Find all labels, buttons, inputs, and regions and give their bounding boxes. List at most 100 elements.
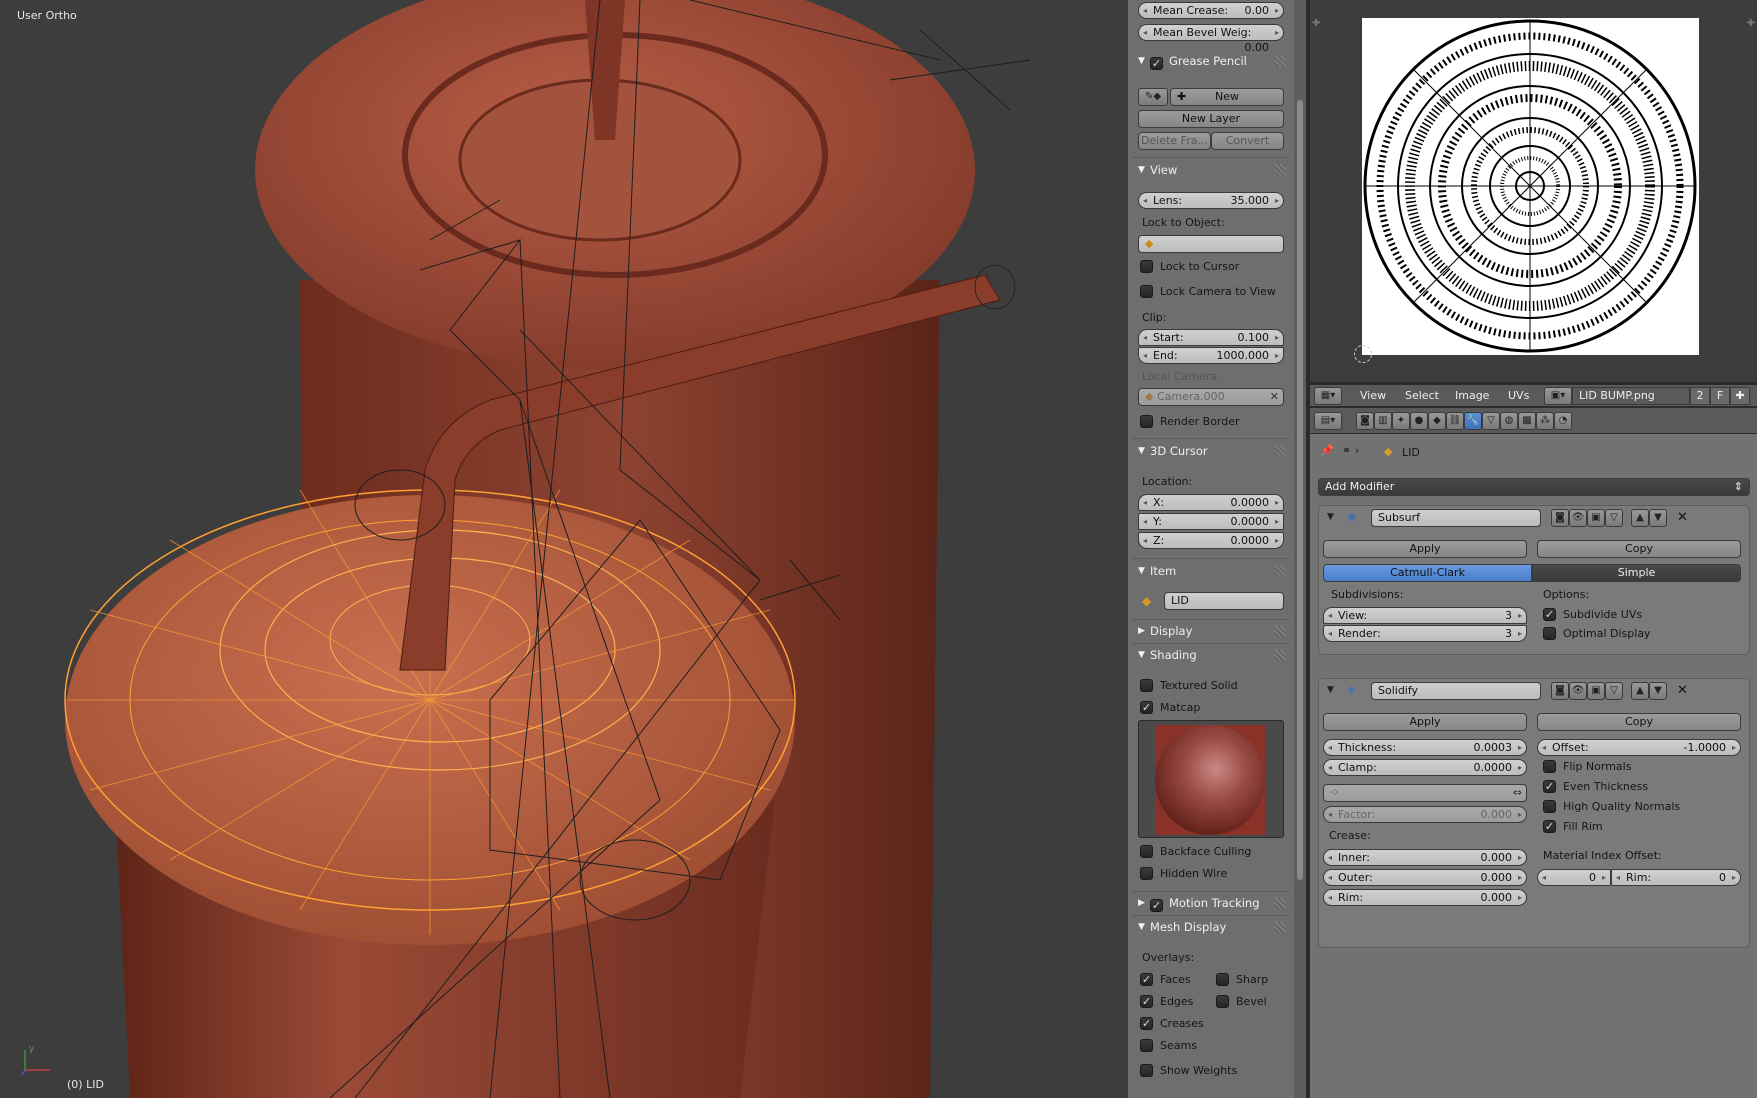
drag-grip-icon[interactable]: [1274, 625, 1286, 637]
fake-user-button[interactable]: F: [1710, 387, 1730, 405]
image-browse-icon[interactable]: ▣▾: [1544, 387, 1572, 405]
even-thickness-checkbox[interactable]: ✓: [1543, 780, 1556, 793]
material-offset-field[interactable]: ◂ 0 ▸: [1537, 869, 1611, 886]
grease-pencil-panel-header[interactable]: ▼ ✓ Grease Pencil: [1132, 51, 1290, 71]
object-tab-icon[interactable]: ◆: [1428, 412, 1446, 430]
creases-checkbox[interactable]: ✓: [1140, 1017, 1153, 1030]
render-layers-tab-icon[interactable]: ▥: [1374, 412, 1392, 430]
view-panel-header[interactable]: ▼ View: [1132, 160, 1290, 180]
backface-culling-checkbox[interactable]: [1140, 845, 1153, 858]
render-toggle-icon[interactable]: ◙: [1551, 682, 1569, 700]
scene-tab-icon[interactable]: ✦: [1392, 412, 1410, 430]
local-camera-field[interactable]: ◆ Camera.000 ✕: [1138, 388, 1284, 406]
drag-grip-icon[interactable]: [1274, 55, 1286, 67]
viewport-visibility-eye-icon[interactable]: 👁: [1569, 509, 1587, 527]
add-modifier-dropdown[interactable]: Add Modifier ⇕: [1318, 478, 1750, 496]
new-layer-button[interactable]: New Layer: [1138, 110, 1284, 128]
offset-field[interactable]: ◂ Offset: -1.0000 ▸: [1537, 739, 1741, 756]
subsurf-name-field[interactable]: Subsurf: [1371, 509, 1541, 527]
scrollbar-thumb[interactable]: [1297, 100, 1303, 880]
cursor-y-field[interactable]: ◂ Y: 0.0000 ▸: [1138, 513, 1284, 530]
texture-tab-icon[interactable]: ▩: [1518, 412, 1536, 430]
clip-start-field[interactable]: ◂ Start: 0.100 ▸: [1138, 329, 1284, 346]
vertex-group-field[interactable]: ⁘ ⇔: [1323, 784, 1527, 802]
move-up-icon[interactable]: ▲: [1631, 509, 1649, 527]
2d-cursor-icon[interactable]: [1354, 345, 1372, 363]
sharp-checkbox[interactable]: [1216, 973, 1229, 986]
delete-frame-button[interactable]: Delete Fra...: [1138, 132, 1211, 150]
physics-tab-icon[interactable]: ◔: [1554, 412, 1572, 430]
move-up-icon[interactable]: ▲: [1631, 682, 1649, 700]
item-name-field[interactable]: LID: [1164, 592, 1284, 610]
editor-type-icon[interactable]: ▦▾: [1314, 387, 1342, 405]
sidebar-scrollbar[interactable]: [1294, 0, 1306, 1098]
collapse-triangle-icon[interactable]: ▼: [1327, 512, 1334, 522]
drag-grip-icon[interactable]: [1274, 445, 1286, 457]
drag-grip-icon[interactable]: [1274, 921, 1286, 933]
solidify-name-field[interactable]: Solidify: [1371, 682, 1541, 700]
uv-image-canvas[interactable]: [1362, 18, 1699, 355]
world-tab-icon[interactable]: ●: [1410, 412, 1428, 430]
solidify-copy-button[interactable]: Copy: [1537, 713, 1741, 731]
mean-bevel-weight-field[interactable]: ◂ Mean Bevel Weig: 0.00 ▸: [1138, 24, 1284, 54]
show-weights-checkbox[interactable]: [1140, 1064, 1153, 1077]
matcap-checkbox[interactable]: ✓: [1140, 701, 1153, 714]
remove-modifier-close-icon[interactable]: ✕: [1677, 683, 1688, 698]
modifiers-tab-icon[interactable]: 🔧: [1464, 412, 1482, 430]
move-down-icon[interactable]: ▼: [1649, 682, 1667, 700]
mesh-display-panel-header[interactable]: ▼ Mesh Display: [1132, 917, 1290, 937]
thickness-field[interactable]: ◂ Thickness: 0.0003 ▸: [1323, 739, 1527, 756]
on-cage-toggle-icon[interactable]: ▽: [1605, 509, 1623, 527]
textured-solid-checkbox[interactable]: [1140, 679, 1153, 692]
clip-end-field[interactable]: ◂ End: 1000.000 ▸: [1138, 347, 1284, 364]
drag-grip-icon[interactable]: [1274, 565, 1286, 577]
cursor-z-field[interactable]: ◂ Z: 0.0000 ▸: [1138, 532, 1284, 549]
motion-tracking-panel-header[interactable]: ▶ ✓ Motion Tracking: [1132, 893, 1290, 913]
grease-pencil-datablock-icon[interactable]: ✎◆: [1138, 88, 1168, 106]
collapse-triangle-icon[interactable]: ▼: [1327, 685, 1334, 695]
image-users-count[interactable]: 2: [1690, 387, 1710, 405]
render-tab-icon[interactable]: ◙: [1356, 412, 1374, 430]
new-image-plus-icon[interactable]: ✚: [1730, 387, 1750, 405]
motion-tracking-checkbox[interactable]: ✓: [1150, 899, 1163, 912]
remove-modifier-close-icon[interactable]: ✕: [1677, 510, 1688, 525]
display-panel-header[interactable]: ▶ Display: [1132, 621, 1290, 641]
render-border-checkbox[interactable]: [1140, 415, 1153, 428]
lock-to-cursor-checkbox[interactable]: [1140, 260, 1153, 273]
crease-inner-field[interactable]: ◂ Inner: 0.000 ▸: [1323, 849, 1527, 866]
seams-checkbox[interactable]: [1140, 1039, 1153, 1052]
subsurf-apply-button[interactable]: Apply: [1323, 540, 1527, 558]
crease-outer-field[interactable]: ◂ Outer: 0.000 ▸: [1323, 869, 1527, 886]
editor-type-icon[interactable]: ▤▾: [1314, 412, 1342, 430]
lock-to-object-field[interactable]: ◆: [1138, 235, 1284, 253]
particles-tab-icon[interactable]: ⁂: [1536, 412, 1554, 430]
bevel-checkbox[interactable]: [1216, 995, 1229, 1008]
subsurf-view-levels-field[interactable]: ◂ View: 3 ▸: [1323, 607, 1527, 624]
fill-rim-checkbox[interactable]: ✓: [1543, 820, 1556, 833]
hidden-wire-checkbox[interactable]: [1140, 867, 1153, 880]
data-tab-icon[interactable]: ▽: [1482, 412, 1500, 430]
drag-grip-icon[interactable]: [1274, 164, 1286, 176]
uv-image-editor[interactable]: ✚ ✚: [1310, 0, 1757, 382]
faces-checkbox[interactable]: ✓: [1140, 973, 1153, 986]
convert-button[interactable]: Convert: [1211, 132, 1284, 150]
new-grease-pencil-button[interactable]: ✚ New: [1170, 88, 1284, 106]
menu-select[interactable]: Select: [1405, 389, 1439, 403]
optimal-display-checkbox[interactable]: [1543, 627, 1556, 640]
simple-option[interactable]: Simple: [1532, 564, 1741, 582]
drag-grip-icon[interactable]: [1274, 897, 1286, 909]
clear-x-icon[interactable]: ✕: [1270, 389, 1279, 405]
menu-view[interactable]: View: [1360, 389, 1386, 403]
pin-icon[interactable]: 📌: [1320, 444, 1334, 457]
menu-image[interactable]: Image: [1455, 389, 1489, 403]
3d-viewport[interactable]: User Ortho (0) LID y: [0, 0, 1128, 1098]
clamp-field[interactable]: ◂ Clamp: 0.0000 ▸: [1323, 759, 1527, 776]
on-cage-toggle-icon[interactable]: ▽: [1605, 682, 1623, 700]
item-panel-header[interactable]: ▼ Item: [1132, 561, 1290, 581]
render-toggle-icon[interactable]: ◙: [1551, 509, 1569, 527]
drag-grip-icon[interactable]: [1274, 649, 1286, 661]
lock-camera-to-view-checkbox[interactable]: [1140, 285, 1153, 298]
menu-uvs[interactable]: UVs: [1508, 389, 1529, 403]
factor-field[interactable]: ◂ Factor: 0.000 ▸: [1323, 806, 1527, 823]
edges-checkbox[interactable]: ✓: [1140, 995, 1153, 1008]
